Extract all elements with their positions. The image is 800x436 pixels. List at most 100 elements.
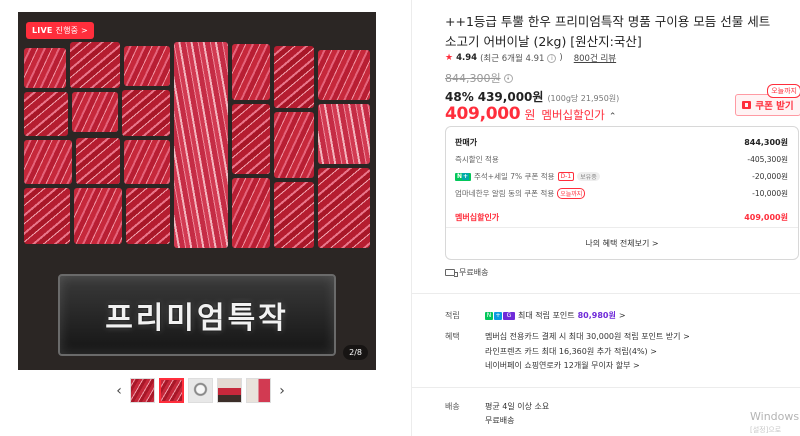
- rating-recent-close: ): [559, 53, 563, 63]
- meat-cut: [76, 138, 120, 184]
- next-image-button[interactable]: ›: [275, 379, 289, 403]
- meat-cut: [274, 182, 314, 248]
- name-plate: 프리미엄특작: [58, 274, 336, 356]
- thumbnail[interactable]: [188, 378, 213, 403]
- info-icon[interactable]: i: [547, 53, 557, 63]
- live-badge[interactable]: LIVE 진행중 >: [26, 22, 94, 39]
- meat-cut: [24, 92, 68, 136]
- chevron-up-icon[interactable]: ⌃: [609, 112, 617, 122]
- truck-icon: [445, 269, 458, 277]
- benefit-label: 혜택: [445, 332, 460, 341]
- points-label: 적립: [445, 311, 460, 320]
- thumbnail[interactable]: [246, 378, 271, 403]
- benefit-breakdown-box: 판매가 844,300원 즉시할인 적용 -405,300원 N + 주석+세일 …: [445, 126, 799, 260]
- benefit-row-label: 엄마네한우 알림 동의 쿠폰 적용: [455, 189, 555, 198]
- benefit-row: 엄마네한우 알림 동의 쿠폰 적용 오늘까지 -10,000원: [455, 188, 788, 199]
- delivery-line: 무료배송: [485, 416, 515, 425]
- meat-cut: [72, 92, 118, 132]
- thumbnail-strip: ‹ ›: [112, 378, 289, 403]
- benefit-total-label: 멤버십할인가: [455, 213, 500, 222]
- meat-cut: [126, 188, 170, 244]
- points-text: 최대 적립 포인트: [518, 311, 575, 320]
- prev-image-button[interactable]: ‹: [112, 379, 126, 403]
- points-row[interactable]: N + G 최대 적립 포인트 80,980원 >: [485, 310, 626, 321]
- discount-row: 48% 439,000원 (100g당 21,950원): [445, 88, 619, 105]
- meat-cut: [232, 44, 270, 100]
- view-all-benefits-link[interactable]: 나의 혜택 전체보기 >: [446, 238, 798, 249]
- rating-value: 4.94: [456, 53, 478, 63]
- review-link[interactable]: 800건 리뷰: [574, 52, 616, 64]
- divider: [446, 227, 798, 228]
- meat-cut: [318, 168, 370, 248]
- today-only-tag: 오늘까지: [557, 188, 586, 199]
- benefit-row-label: 주석+세일 7% 쿠폰 적용: [474, 172, 555, 181]
- benefit-line[interactable]: 멤버십 전용카드 결제 시 최대 30,000원 적립 포인트 받기 >: [485, 331, 690, 342]
- product-main-image[interactable]: LIVE 진행중 > 프리미엄특작 2/8: [18, 12, 376, 370]
- benefit-row-label: 즉시할인 적용: [455, 155, 499, 164]
- discount-percent: 48%: [445, 90, 474, 104]
- meat-cut: [24, 188, 70, 244]
- delivery-label: 배송: [445, 402, 460, 411]
- benefit-row-value: -10,000원: [752, 189, 788, 198]
- info-icon[interactable]: i: [503, 73, 513, 83]
- meat-cut: [74, 188, 122, 244]
- naver-pay-plus-icon: N +: [455, 172, 471, 181]
- os-watermark-sub: [설정]으로: [750, 426, 782, 434]
- thumbnail-active[interactable]: [159, 378, 184, 403]
- divider: [411, 387, 800, 388]
- meat-cut: [274, 112, 314, 178]
- benefit-row-value: -20,000원: [752, 172, 788, 181]
- meat-cut: [232, 178, 270, 248]
- meat-cut: [174, 42, 228, 248]
- chevron-left-icon: ‹: [116, 382, 122, 399]
- meat-cut: [24, 140, 72, 184]
- meat-cut: [24, 48, 66, 88]
- free-shipping-label: 무료배송: [459, 268, 489, 277]
- image-counter: 2/8: [343, 345, 368, 360]
- chevron-right-icon: >: [618, 311, 626, 320]
- benefit-row: 즉시할인 적용 -405,300원: [455, 154, 788, 165]
- coupon-deadline-tag: 오늘까지: [767, 84, 800, 98]
- final-price-row[interactable]: 409,000 원 멤버십할인가 ⌃: [445, 104, 616, 124]
- name-plate-text: 프리미엄특작: [105, 301, 289, 336]
- os-watermark: Windows: [750, 410, 800, 423]
- final-price: 409,000: [445, 104, 521, 124]
- naver-membership-icon: N + G: [485, 311, 515, 320]
- thumbnail[interactable]: [217, 378, 242, 403]
- d-day-tag: D-1: [557, 172, 575, 181]
- meat-cut: [70, 42, 120, 88]
- get-coupon-label: 쿠폰 받기: [755, 101, 794, 112]
- thumbnail[interactable]: [130, 378, 155, 403]
- final-price-unit: 원: [524, 108, 536, 122]
- meat-cut: [124, 140, 170, 184]
- benefit-row-value: 844,300원: [744, 138, 788, 147]
- final-price-label: 멤버십할인가: [541, 108, 605, 122]
- product-title: ++1등급 투뿔 한우 프리미엄특작 명품 구이용 모듬 선물 세트 소고기 어…: [445, 14, 771, 49]
- rating-row: ★ 4.94 (최근 6개월 4.91 i) 800건 리뷰: [445, 52, 616, 64]
- benefit-row: 판매가 844,300원: [455, 137, 788, 148]
- points-value: 80,980원: [577, 311, 616, 320]
- column-divider: [411, 0, 412, 436]
- benefit-line[interactable]: 라인프렌즈 카드 최대 16,360원 추가 적립(4%) >: [485, 346, 657, 357]
- live-badge-label: LIVE: [32, 26, 53, 35]
- meat-cut: [232, 104, 270, 174]
- star-icon: ★: [445, 53, 454, 63]
- benefit-row: N + 주석+세일 7% 쿠폰 적용 D-1 보유중 -20,000원: [455, 171, 788, 182]
- free-shipping-row: 무료배송: [445, 267, 488, 278]
- chevron-right-icon: ›: [279, 382, 285, 399]
- benefit-total-row: 멤버십할인가 409,000원: [455, 212, 788, 223]
- delivery-line: 평균 4일 이상 소요: [485, 402, 550, 411]
- benefit-total-value: 409,000원: [744, 213, 788, 222]
- benefit-row-value: -405,300원: [747, 155, 788, 164]
- meat-cut: [318, 50, 370, 100]
- coupon-icon: [742, 101, 752, 109]
- original-price: 844,300원: [445, 72, 501, 85]
- benefit-row-label: 판매가: [455, 138, 478, 147]
- benefit-line[interactable]: 네이버페이 쇼핑연로카 12개월 무이자 할부 >: [485, 360, 640, 371]
- original-price-row: 844,300원 i: [445, 70, 513, 86]
- meat-cut: [122, 90, 170, 136]
- meat-cut: [318, 104, 370, 164]
- unit-price: (100g당 21,950원): [547, 94, 620, 103]
- owned-tag: 보유중: [577, 172, 600, 181]
- rating-recent: (최근 6개월 4.91: [480, 54, 545, 64]
